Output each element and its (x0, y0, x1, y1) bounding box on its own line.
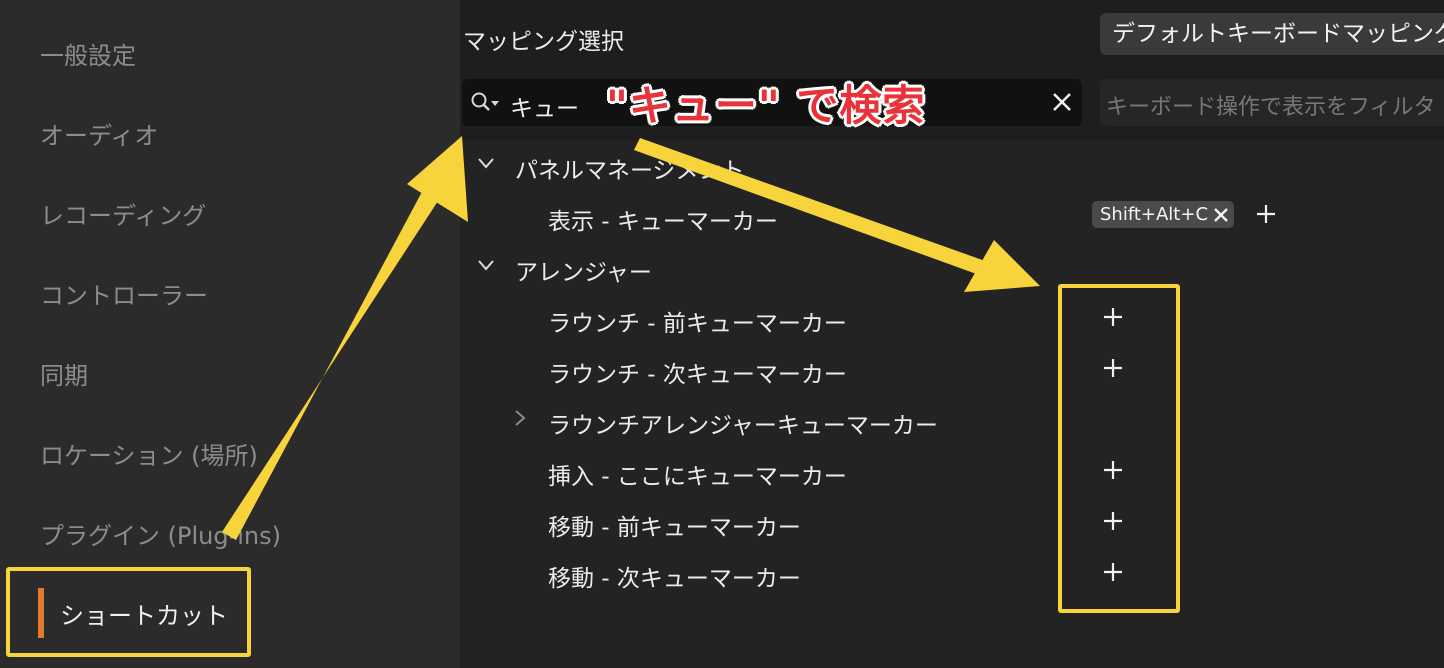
shortcut-row[interactable]: 移動 - 次キューマーカー (460, 551, 1444, 597)
shortcut-label: 挿入 - ここにキューマーカー (548, 464, 847, 490)
sidebar-item-sync[interactable]: 同期 (40, 356, 88, 391)
search-icon[interactable] (470, 91, 504, 119)
key-filter-placeholder: キーボード操作で表示をフィルタ (1106, 95, 1436, 120)
group-label: アレンジャー (515, 260, 652, 286)
shortcut-key: Shift+Alt+C (1100, 204, 1209, 225)
chevron-right-icon[interactable] (510, 408, 530, 434)
group-label: パネルマネージメント (515, 158, 745, 184)
chevron-down-icon[interactable] (476, 255, 496, 281)
shortcut-row[interactable]: 挿入 - ここにキューマーカー (460, 449, 1444, 495)
mapping-select[interactable]: デフォルトキーボードマッピング (1100, 13, 1444, 55)
shortcut-label: 移動 - 前キューマーカー (548, 515, 801, 541)
sidebar-item-audio[interactable]: オーディオ (40, 116, 158, 151)
chevron-down-icon[interactable] (476, 153, 496, 179)
shortcut-label: ラウンチ - 前キューマーカー (548, 311, 847, 337)
shortcut-list: パネルマネージメント 表示 - キューマーカー Shift+Alt+C アレンジ… (460, 140, 1444, 668)
shortcut-label: 表示 - キューマーカー (548, 209, 778, 235)
annotation-caption: "キュー" で検索 (606, 81, 926, 130)
shortcut-row[interactable]: 表示 - キューマーカー Shift+Alt+C (460, 194, 1444, 240)
shortcut-row-collapsed[interactable]: ラウンチアレンジャーキューマーカー (460, 398, 1444, 444)
shortcut-label: ラウンチ - 次キューマーカー (548, 362, 847, 388)
shortcut-label: 移動 - 次キューマーカー (548, 566, 801, 592)
shortcut-chip[interactable]: Shift+Alt+C (1092, 201, 1235, 228)
mapping-label: マッピング選択 (463, 29, 624, 55)
highlight-add-column (1058, 284, 1180, 613)
sidebar-item-recording[interactable]: レコーディング (40, 196, 206, 231)
clear-search-icon[interactable] (1050, 90, 1074, 118)
sidebar-item-plugins[interactable]: プラグイン (Plug-ins) (40, 516, 281, 551)
remove-shortcut-icon[interactable] (1212, 206, 1230, 224)
shortcut-row[interactable]: ラウンチ - 前キューマーカー (460, 296, 1444, 342)
key-filter-input[interactable]: キーボード操作で表示をフィルタ (1100, 79, 1444, 126)
sidebar-item-locations[interactable]: ロケーション (場所) (40, 436, 258, 471)
shortcut-row[interactable]: 移動 - 前キューマーカー (460, 500, 1444, 546)
shortcut-label: ラウンチアレンジャーキューマーカー (548, 413, 938, 439)
add-shortcut-icon[interactable] (1256, 204, 1276, 230)
shortcut-row[interactable]: ラウンチ - 次キューマーカー (460, 347, 1444, 393)
sidebar-item-general[interactable]: 一般設定 (40, 36, 136, 71)
highlight-shortcuts (6, 567, 251, 657)
sidebar-item-controllers[interactable]: コントローラー (40, 276, 208, 311)
search-value: キュー (510, 96, 579, 122)
